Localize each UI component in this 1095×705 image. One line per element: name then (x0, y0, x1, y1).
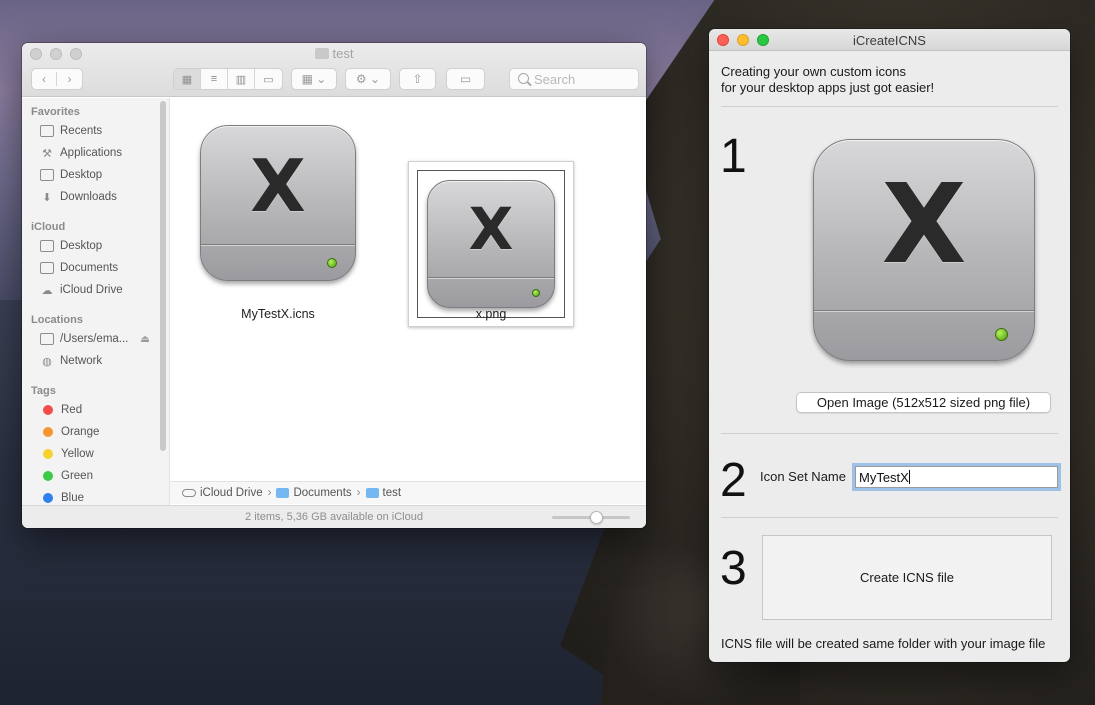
blue-tag-dot (43, 493, 53, 503)
disk-icon (40, 333, 54, 345)
back-button[interactable]: ‹ (32, 72, 58, 86)
group-icon: ▦ ⌄ (301, 72, 327, 86)
list-view-button[interactable]: ≡ (201, 69, 228, 89)
yellow-tag-dot (43, 449, 53, 459)
file-browser-content: X MyTestX.icns X x.png (170, 98, 646, 481)
footer-note: ICNS file will be created same folder wi… (721, 636, 1046, 651)
action-button[interactable]: ⚙ ⌄ (345, 68, 391, 90)
gallery-view-button[interactable]: ▭ (255, 69, 282, 89)
sidebar-item-icloud-desktop[interactable]: Desktop (40, 237, 102, 255)
sidebar-item-network[interactable]: ◍ Network (40, 352, 102, 370)
sidebar-tag-orange[interactable]: Orange (40, 423, 99, 441)
cloud-icon (182, 489, 196, 497)
orange-tag-dot (43, 427, 53, 437)
drive-x-icon: X (427, 180, 555, 308)
status-led-icon (995, 328, 1008, 341)
step-number-2: 2 (720, 454, 747, 507)
desktop-icon (40, 240, 54, 252)
step-number-1: 1 (720, 130, 747, 183)
file-item-icns[interactable]: X MyTestX.icns (200, 125, 356, 325)
desktop-icon (40, 169, 54, 181)
share-icon: ⇧ (412, 72, 423, 86)
file-name-label: x.png (475, 307, 507, 321)
chevron-right-icon: › (267, 487, 272, 499)
gear-icon: ⚙ ⌄ (355, 72, 381, 86)
tags-button[interactable]: ▭ (446, 68, 485, 90)
status-led-icon (532, 289, 540, 297)
text-caret (908, 470, 910, 484)
folder-icon (314, 48, 329, 59)
file-name-label: MyTestX.icns (241, 307, 315, 321)
create-icns-button[interactable]: Create ICNS file (762, 535, 1052, 620)
sidebar-item-downloads[interactable]: ⬇ Downloads (40, 188, 117, 206)
column-view-button[interactable]: ▥ (228, 69, 255, 89)
drive-x-icon: X (200, 125, 356, 281)
sidebar-header-tags: Tags (31, 385, 56, 397)
chevron-right-icon: › (356, 487, 361, 499)
status-led-icon (327, 258, 337, 268)
path-segment-icloud-drive[interactable]: iCloud Drive (200, 487, 263, 499)
path-bar: iCloud Drive › Documents › test (170, 481, 646, 504)
open-image-button[interactable]: Open Image (512x512 sized png file) (796, 392, 1051, 413)
step-number-3: 3 (720, 542, 747, 595)
sidebar-item-applications[interactable]: ⚒ Applications (40, 144, 122, 162)
tag-icon: ▭ (459, 72, 472, 86)
app-titlebar: iCreateICNS (709, 29, 1070, 51)
back-forward-buttons: ‹ › (31, 68, 83, 90)
file-item-png[interactable]: X x.png (408, 161, 574, 331)
sidebar-tag-red[interactable]: Red (40, 401, 82, 419)
downloads-icon: ⬇ (42, 191, 52, 204)
folder-icon (276, 488, 290, 498)
finder-window: test ‹ › ▦ ≡ ▥ ▭ ▦ ⌄ ⚙ ⌄ ⇧ ▭ Search Favo… (22, 43, 646, 528)
sidebar-item-icloud-drive[interactable]: ☁ iCloud Drive (40, 281, 123, 299)
green-tag-dot (43, 471, 53, 481)
png-thumbnail-frame: X (408, 161, 574, 327)
eject-icon[interactable]: ⏏ (140, 334, 149, 345)
sidebar-item-recents[interactable]: Recents (40, 122, 102, 140)
sidebar-tag-green[interactable]: Green (40, 467, 93, 485)
applications-icon: ⚒ (42, 147, 52, 160)
divider (721, 433, 1058, 434)
icon-size-slider[interactable] (552, 511, 630, 524)
search-icon (518, 73, 529, 84)
cloud-icon: ☁ (41, 284, 53, 297)
sidebar-header-icloud: iCloud (31, 221, 66, 233)
share-button[interactable]: ⇧ (399, 68, 436, 90)
sidebar-item-desktop[interactable]: Desktop (40, 166, 102, 184)
divider (721, 106, 1058, 107)
finder-toolbar: test ‹ › ▦ ≡ ▥ ▭ ▦ ⌄ ⚙ ⌄ ⇧ ▭ Search (22, 43, 646, 97)
red-tag-dot (43, 405, 53, 415)
sidebar-header-favorites: Favorites (31, 106, 80, 118)
finder-sidebar: Favorites Recents ⚒ Applications Desktop … (22, 98, 170, 508)
view-mode-segmented: ▦ ≡ ▥ ▭ (173, 68, 283, 90)
recents-icon (40, 125, 54, 137)
icon-view-button[interactable]: ▦ (174, 69, 201, 89)
image-preview-drive-icon[interactable]: X (813, 139, 1035, 361)
path-segment-test[interactable]: test (383, 487, 402, 499)
icreateicns-window: iCreateICNS Creating your own custom ico… (709, 29, 1070, 662)
icon-set-name-field[interactable]: MyTestX (855, 466, 1058, 488)
sidebar-tag-yellow[interactable]: Yellow (40, 445, 94, 463)
intro-text: Creating your own custom icons for your … (721, 64, 935, 95)
network-icon: ◍ (42, 355, 52, 368)
group-by-button[interactable]: ▦ ⌄ (291, 68, 337, 90)
search-field[interactable]: Search (509, 68, 639, 90)
documents-icon (40, 262, 54, 274)
forward-button[interactable]: › (57, 72, 82, 86)
icon-set-name-label: Icon Set Name (760, 469, 846, 484)
window-title: test (22, 46, 646, 61)
sidebar-item-user-volume[interactable]: /Users/ema... ⏏ (40, 330, 150, 348)
slider-knob[interactable] (590, 511, 603, 524)
search-placeholder: Search (534, 72, 576, 87)
sidebar-item-documents[interactable]: Documents (40, 259, 118, 277)
window-title: iCreateICNS (853, 33, 926, 48)
status-bar: 2 items, 5,36 GB available on iCloud (22, 505, 646, 528)
path-segment-documents[interactable]: Documents (293, 487, 351, 499)
divider (721, 517, 1058, 518)
folder-icon (365, 488, 379, 498)
sidebar-scrollbar[interactable] (160, 101, 166, 451)
sidebar-header-locations: Locations (31, 314, 83, 326)
